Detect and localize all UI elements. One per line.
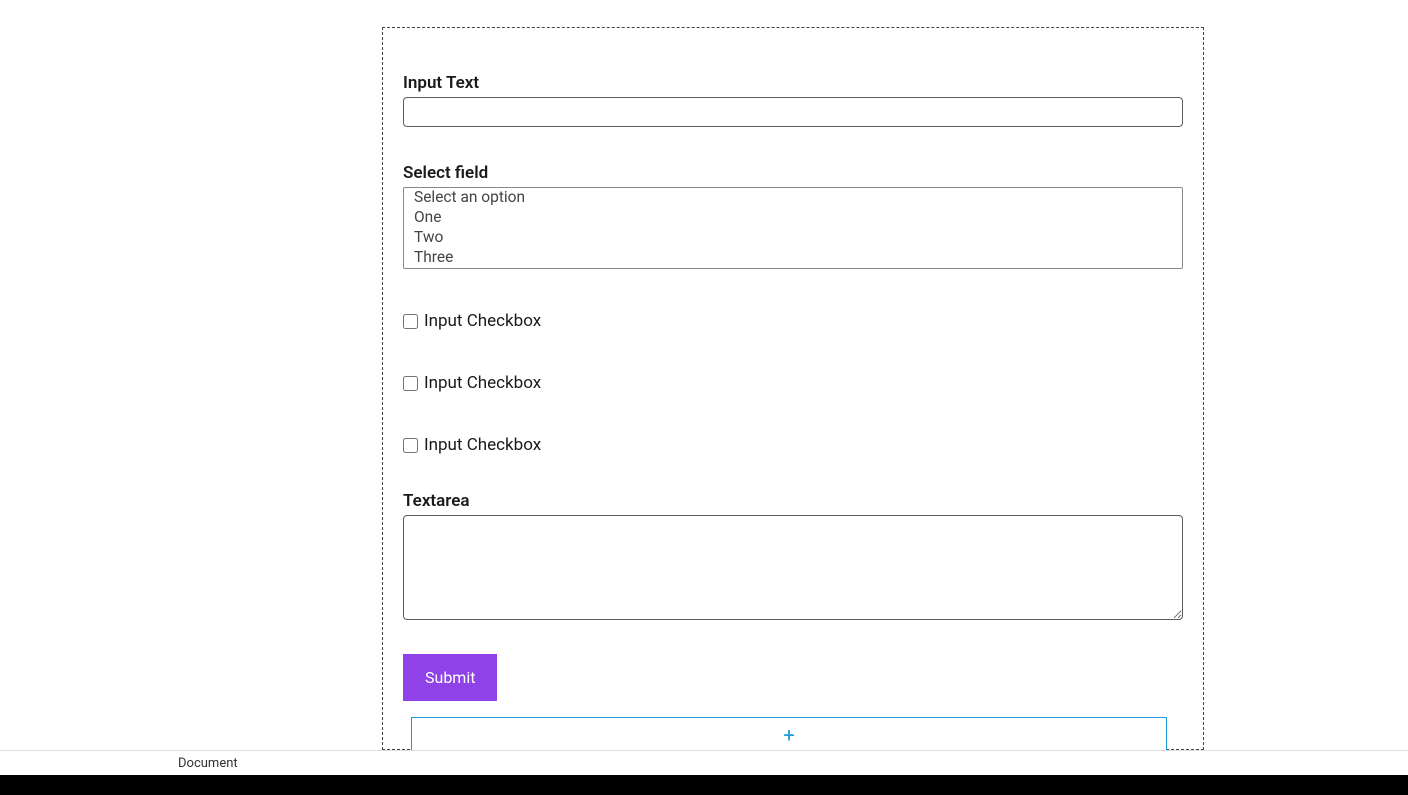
field-textarea: Textarea [403,491,1183,624]
select-label: Select field [403,163,1183,183]
select-option[interactable]: One [404,208,1182,228]
select-option[interactable]: Two [404,228,1182,248]
submit-button[interactable]: Submit [403,654,497,701]
footer-letterbox [0,775,1408,795]
field-select: Select field Select an option One Two Th… [403,163,1183,269]
checkbox-row: Input Checkbox [403,373,1183,393]
submit-wrap: Submit [403,654,1183,701]
checkbox-group: Input Checkbox Input Checkbox Input Chec… [403,311,1183,455]
select-option[interactable]: Three [404,248,1182,268]
block-appender[interactable]: + [411,717,1167,753]
checkbox-row: Input Checkbox [403,435,1183,455]
form-block[interactable]: Input Text Select field Select an option… [382,27,1204,750]
field-input-text: Input Text [403,73,1183,127]
editor-canvas: Input Text Select field Select an option… [0,0,1408,750]
checkbox-label: Input Checkbox [424,435,541,455]
textarea-field[interactable] [403,515,1183,620]
checkbox-label: Input Checkbox [424,311,541,331]
input-text-label: Input Text [403,73,1183,93]
checkbox-input[interactable] [403,376,418,391]
select-option[interactable]: Select an option [404,188,1182,208]
breadcrumb-item[interactable]: Document [178,756,238,771]
plus-icon: + [783,725,794,745]
textarea-label: Textarea [403,491,1183,511]
checkbox-input[interactable] [403,438,418,453]
select-field[interactable]: Select an option One Two Three [403,187,1183,269]
checkbox-row: Input Checkbox [403,311,1183,331]
input-text-field[interactable] [403,97,1183,127]
checkbox-label: Input Checkbox [424,373,541,393]
checkbox-input[interactable] [403,314,418,329]
breadcrumb-bar: Document [0,750,1408,775]
